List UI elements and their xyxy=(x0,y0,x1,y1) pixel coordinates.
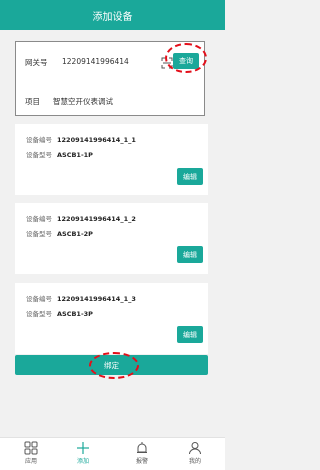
gateway-input[interactable]: 12209141996414 xyxy=(62,57,129,66)
tab-label: 添加 xyxy=(76,458,89,465)
project-label: 项目 xyxy=(25,97,40,106)
device-card: 设备编号 12209141996414_1_3 设备型号 ASCB1-3P 编辑 xyxy=(15,283,208,354)
scan-icon[interactable] xyxy=(161,57,173,69)
bell-icon xyxy=(137,442,147,453)
device-model: ASCB1-3P xyxy=(57,310,93,318)
user-icon xyxy=(189,442,201,455)
device-card: 设备编号 12209141996414_1_1 设备型号 ASCB1-1P 编辑 xyxy=(15,124,208,195)
device-code-label: 设备编号 xyxy=(26,295,52,303)
edit-button[interactable]: 编辑 xyxy=(177,168,203,185)
device-code-label: 设备编号 xyxy=(26,215,52,223)
page-title: 添加设备 xyxy=(92,11,133,23)
device-code-row: 设备编号 12209141996414_1_2 xyxy=(26,213,136,223)
device-code: 12209141996414_1_1 xyxy=(57,136,136,144)
device-code-label: 设备编号 xyxy=(26,136,52,144)
gateway-label: 网关号 xyxy=(25,58,48,67)
device-code-row: 设备编号 12209141996414_1_3 xyxy=(26,293,136,303)
query-button[interactable]: 查询 xyxy=(173,53,199,69)
device-model: ASCB1-2P xyxy=(57,230,93,238)
edit-button[interactable]: 编辑 xyxy=(177,326,203,343)
device-model-row: 设备型号 ASCB1-1P xyxy=(26,149,93,159)
bottom-tab-bar: 应用 添加 报警 我的 xyxy=(0,437,225,470)
tab-add[interactable]: 添加 xyxy=(63,441,103,465)
device-code: 12209141996414_1_2 xyxy=(57,215,136,223)
device-card: 设备编号 12209141996414_1_2 设备型号 ASCB1-2P 编辑 xyxy=(15,203,208,274)
device-code-row: 设备编号 12209141996414_1_1 xyxy=(26,134,136,144)
page-header: 添加设备 xyxy=(0,0,225,30)
device-model-row: 设备型号 ASCB1-2P xyxy=(26,228,93,238)
device-model-label: 设备型号 xyxy=(26,230,52,238)
tab-label: 报警 xyxy=(135,458,148,465)
tab-label: 我的 xyxy=(188,458,201,465)
device-model-label: 设备型号 xyxy=(26,310,52,318)
device-model-label: 设备型号 xyxy=(26,151,52,159)
bind-button[interactable]: 绑定 xyxy=(15,355,208,375)
tab-label: 应用 xyxy=(24,458,37,465)
gateway-card: 网关号 12209141996414 查询 项目 智慧空开仪表调试 xyxy=(15,41,205,116)
device-code: 12209141996414_1_3 xyxy=(57,295,136,303)
project-value: 智慧空开仪表调试 xyxy=(53,97,113,106)
edit-button[interactable]: 编辑 xyxy=(177,246,203,263)
plus-icon xyxy=(77,442,89,454)
device-model-row: 设备型号 ASCB1-3P xyxy=(26,308,93,318)
grid-icon xyxy=(24,441,38,455)
tab-mine[interactable]: 我的 xyxy=(175,441,215,465)
tab-apps[interactable]: 应用 xyxy=(11,441,51,465)
tab-alarm[interactable]: 报警 xyxy=(122,441,162,465)
device-model: ASCB1-1P xyxy=(57,151,93,159)
